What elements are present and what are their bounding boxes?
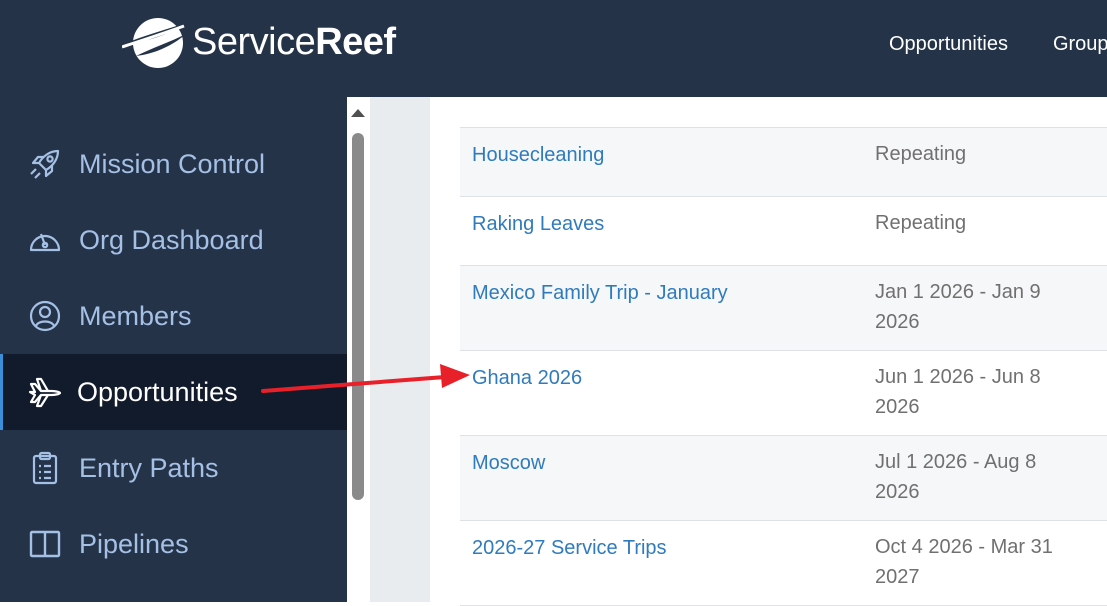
gauge-icon bbox=[27, 222, 63, 258]
opportunity-date: Oct 4 2026 - Mar 31 2027 bbox=[875, 536, 1053, 588]
opportunity-date: Repeating bbox=[875, 212, 967, 234]
plane-icon bbox=[27, 374, 63, 410]
table-row: Ghana 2026 Jun 1 2026 - Jun 8 2026 bbox=[460, 351, 1107, 436]
table-row: Mexico Family Trip - January Jan 1 2026 … bbox=[460, 266, 1107, 351]
scrollbar-thumb[interactable] bbox=[352, 133, 364, 500]
table-row: 2026-27 Service Trips Oct 4 2026 - Mar 3… bbox=[460, 521, 1107, 606]
sidebar-item-label: Org Dashboard bbox=[79, 224, 264, 255]
topnav-groups[interactable]: Groups bbox=[1053, 33, 1107, 56]
opportunity-date: Repeating bbox=[875, 143, 967, 165]
opportunity-date: Jun 1 2026 - Jun 8 2026 bbox=[875, 366, 1041, 418]
clipboard-icon bbox=[27, 450, 63, 486]
sidebar-scrollbar[interactable] bbox=[347, 97, 370, 602]
opportunities-table: Housecleaning Repeating Raking Leaves Re… bbox=[460, 127, 1107, 606]
sidebar-item-label: Pipelines bbox=[79, 528, 189, 559]
opportunity-link[interactable]: Moscow bbox=[472, 452, 545, 475]
sidebar-item-entry-paths[interactable]: Entry Paths bbox=[0, 430, 347, 506]
sidebar-item-label: Mission Control bbox=[79, 148, 266, 179]
opportunity-date: Jul 1 2026 - Aug 8 2026 bbox=[875, 451, 1037, 503]
scroll-up-arrow-icon[interactable] bbox=[351, 109, 365, 117]
sidebar-item-opportunities[interactable]: Opportunities bbox=[0, 354, 347, 430]
user-circle-icon bbox=[27, 298, 63, 334]
servicereef-logo-icon bbox=[122, 18, 188, 68]
sidebar-item-label: Entry Paths bbox=[79, 452, 219, 483]
sidebar-item-label: Members bbox=[79, 300, 192, 331]
opportunity-link[interactable]: Ghana 2026 bbox=[472, 367, 582, 390]
opportunity-link[interactable]: 2026-27 Service Trips bbox=[472, 537, 667, 560]
table-row: Housecleaning Repeating bbox=[460, 128, 1107, 197]
sidebar-item-mission-control[interactable]: Mission Control bbox=[0, 126, 347, 202]
sidebar-item-org-dashboard[interactable]: Org Dashboard bbox=[0, 202, 347, 278]
logo-wordmark: ServiceReef bbox=[192, 21, 396, 63]
opportunity-link[interactable]: Housecleaning bbox=[472, 144, 604, 167]
opportunity-link[interactable]: Mexico Family Trip - January bbox=[472, 282, 728, 305]
topnav-opportunities[interactable]: Opportunities bbox=[889, 33, 1008, 56]
columns-icon bbox=[27, 526, 63, 562]
sidebar-item-pipelines[interactable]: Pipelines bbox=[0, 506, 347, 582]
table-row: Moscow Jul 1 2026 - Aug 8 2026 bbox=[460, 436, 1107, 521]
sidebar-item-members[interactable]: Members bbox=[0, 278, 347, 354]
top-nav: Opportunities Groups bbox=[889, 33, 1107, 56]
servicereef-logo[interactable]: ServiceReef bbox=[122, 12, 396, 72]
rocket-icon bbox=[27, 146, 63, 182]
opportunity-link[interactable]: Raking Leaves bbox=[472, 213, 604, 236]
table-row: Raking Leaves Repeating bbox=[460, 197, 1107, 266]
sidebar-item-label: Opportunities bbox=[77, 376, 238, 407]
top-header: ServiceReef Opportunities Groups bbox=[0, 0, 1107, 97]
content-gutter bbox=[370, 97, 430, 602]
sidebar: Mission Control Org Dashboard Members Op… bbox=[0, 97, 347, 602]
opportunity-date: Jan 1 2026 - Jan 9 2026 bbox=[875, 281, 1041, 333]
